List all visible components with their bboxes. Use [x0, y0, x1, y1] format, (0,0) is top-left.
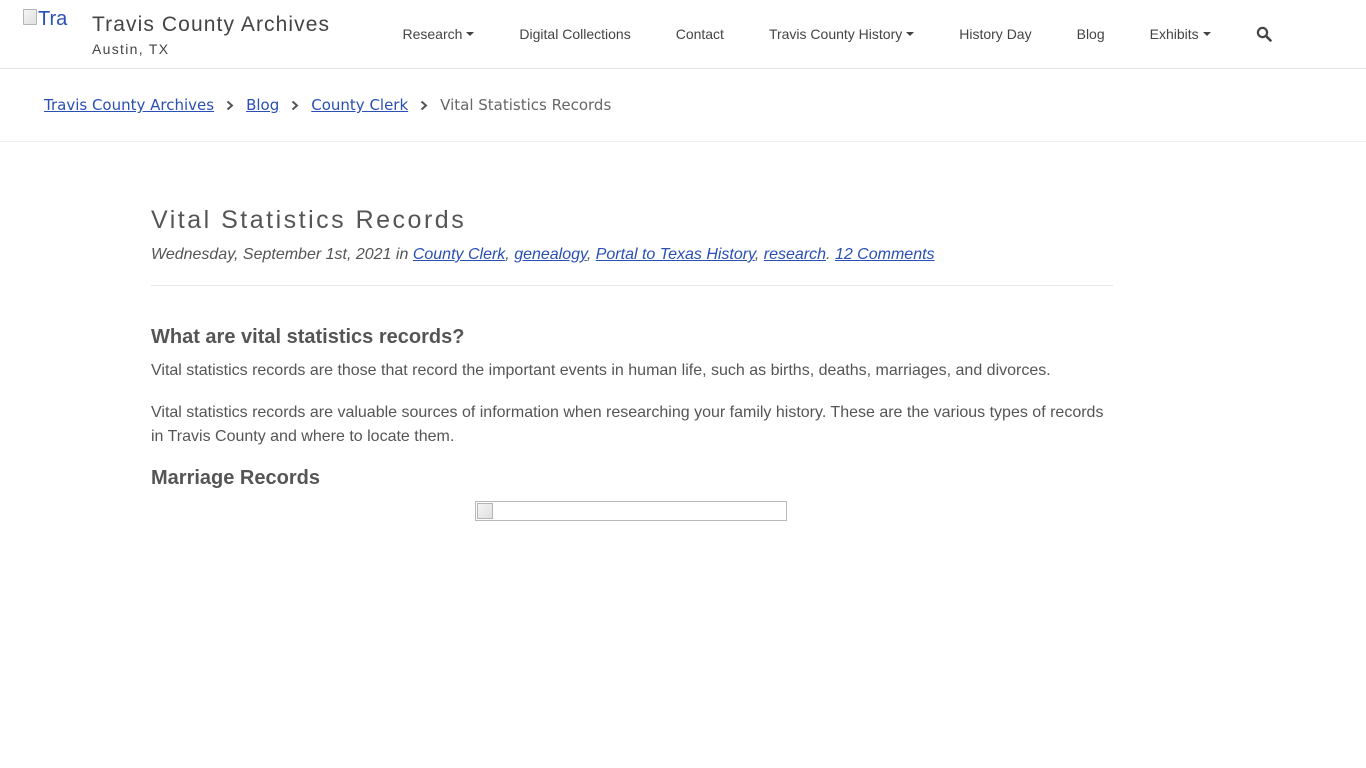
- search-button[interactable]: [1233, 26, 1294, 42]
- post-date: Wednesday, September 1st, 2021: [151, 246, 392, 263]
- chevron-right-icon: [291, 100, 299, 111]
- paragraph-definition: Vital statistics records are those that …: [151, 362, 1051, 379]
- nav-history-day[interactable]: History Day: [937, 26, 1054, 42]
- section-heading-vital-statistics: What are vital statistics records?: [151, 326, 465, 348]
- nav-label: Research: [402, 26, 463, 42]
- main-nav: Research Digital Collections Contact Tra…: [380, 0, 1294, 68]
- site-subtitle: Austin, TX: [92, 41, 170, 57]
- breadcrumb-current: Vital Statistics Records: [440, 96, 612, 114]
- broken-image-icon: [477, 503, 493, 519]
- breadcrumb-bar: Travis County Archives Blog County Clerk…: [0, 69, 1366, 142]
- post-article: Vital Statistics Records Wednesday, Sept…: [151, 205, 1113, 521]
- site-title[interactable]: Travis County Archives: [92, 13, 330, 37]
- section-heading-marriage-records: Marriage Records: [151, 467, 320, 489]
- nav-blog[interactable]: Blog: [1054, 26, 1127, 42]
- nav-label: Exhibits: [1149, 26, 1199, 42]
- caret-down-icon: [1202, 32, 1211, 36]
- nav-contact[interactable]: Contact: [653, 26, 746, 42]
- nav-label: Travis County History: [768, 26, 903, 42]
- marriage-records-image: [475, 501, 787, 521]
- broken-image-icon: [23, 8, 37, 25]
- comments-link[interactable]: 12 Comments: [835, 246, 935, 263]
- breadcrumb-link-county-clerk[interactable]: County Clerk: [311, 96, 408, 114]
- site-logo[interactable]: Tra: [23, 8, 78, 31]
- caret-down-icon: [906, 32, 915, 36]
- chevron-right-icon: [420, 100, 428, 111]
- breadcrumb-link-blog[interactable]: Blog: [246, 96, 279, 114]
- category-link-genealogy[interactable]: genealogy: [514, 246, 587, 263]
- post-meta: Wednesday, September 1st, 2021 in County…: [151, 245, 1113, 286]
- paragraph-family-history: Vital statistics records are valuable so…: [151, 404, 1104, 445]
- breadcrumb-link-home[interactable]: Travis County Archives: [44, 96, 214, 114]
- nav-travis-county-history[interactable]: Travis County History: [746, 26, 936, 42]
- chevron-right-icon: [226, 100, 234, 111]
- category-link-county-clerk[interactable]: County Clerk: [413, 246, 505, 263]
- nav-digital-collections[interactable]: Digital Collections: [497, 26, 653, 42]
- nav-exhibits[interactable]: Exhibits: [1127, 26, 1233, 42]
- nav-label: Blog: [1076, 26, 1105, 42]
- post-title: Vital Statistics Records: [151, 206, 467, 234]
- logo-alt-text: Tra: [38, 8, 68, 30]
- post-in-word: in: [395, 246, 409, 263]
- nav-label: Digital Collections: [519, 26, 631, 42]
- category-link-portal-to-texas-history[interactable]: Portal to Texas History: [596, 246, 755, 263]
- caret-down-icon: [466, 32, 475, 36]
- breadcrumb: Travis County Archives Blog County Clerk…: [44, 96, 611, 114]
- category-link-research[interactable]: research: [764, 246, 826, 263]
- nav-label: Contact: [675, 26, 724, 42]
- nav-research[interactable]: Research: [380, 26, 497, 42]
- nav-label: History Day: [959, 26, 1032, 42]
- search-icon: [1256, 26, 1272, 42]
- site-header: Tra Travis County Archives Austin, TX Re…: [0, 0, 1366, 69]
